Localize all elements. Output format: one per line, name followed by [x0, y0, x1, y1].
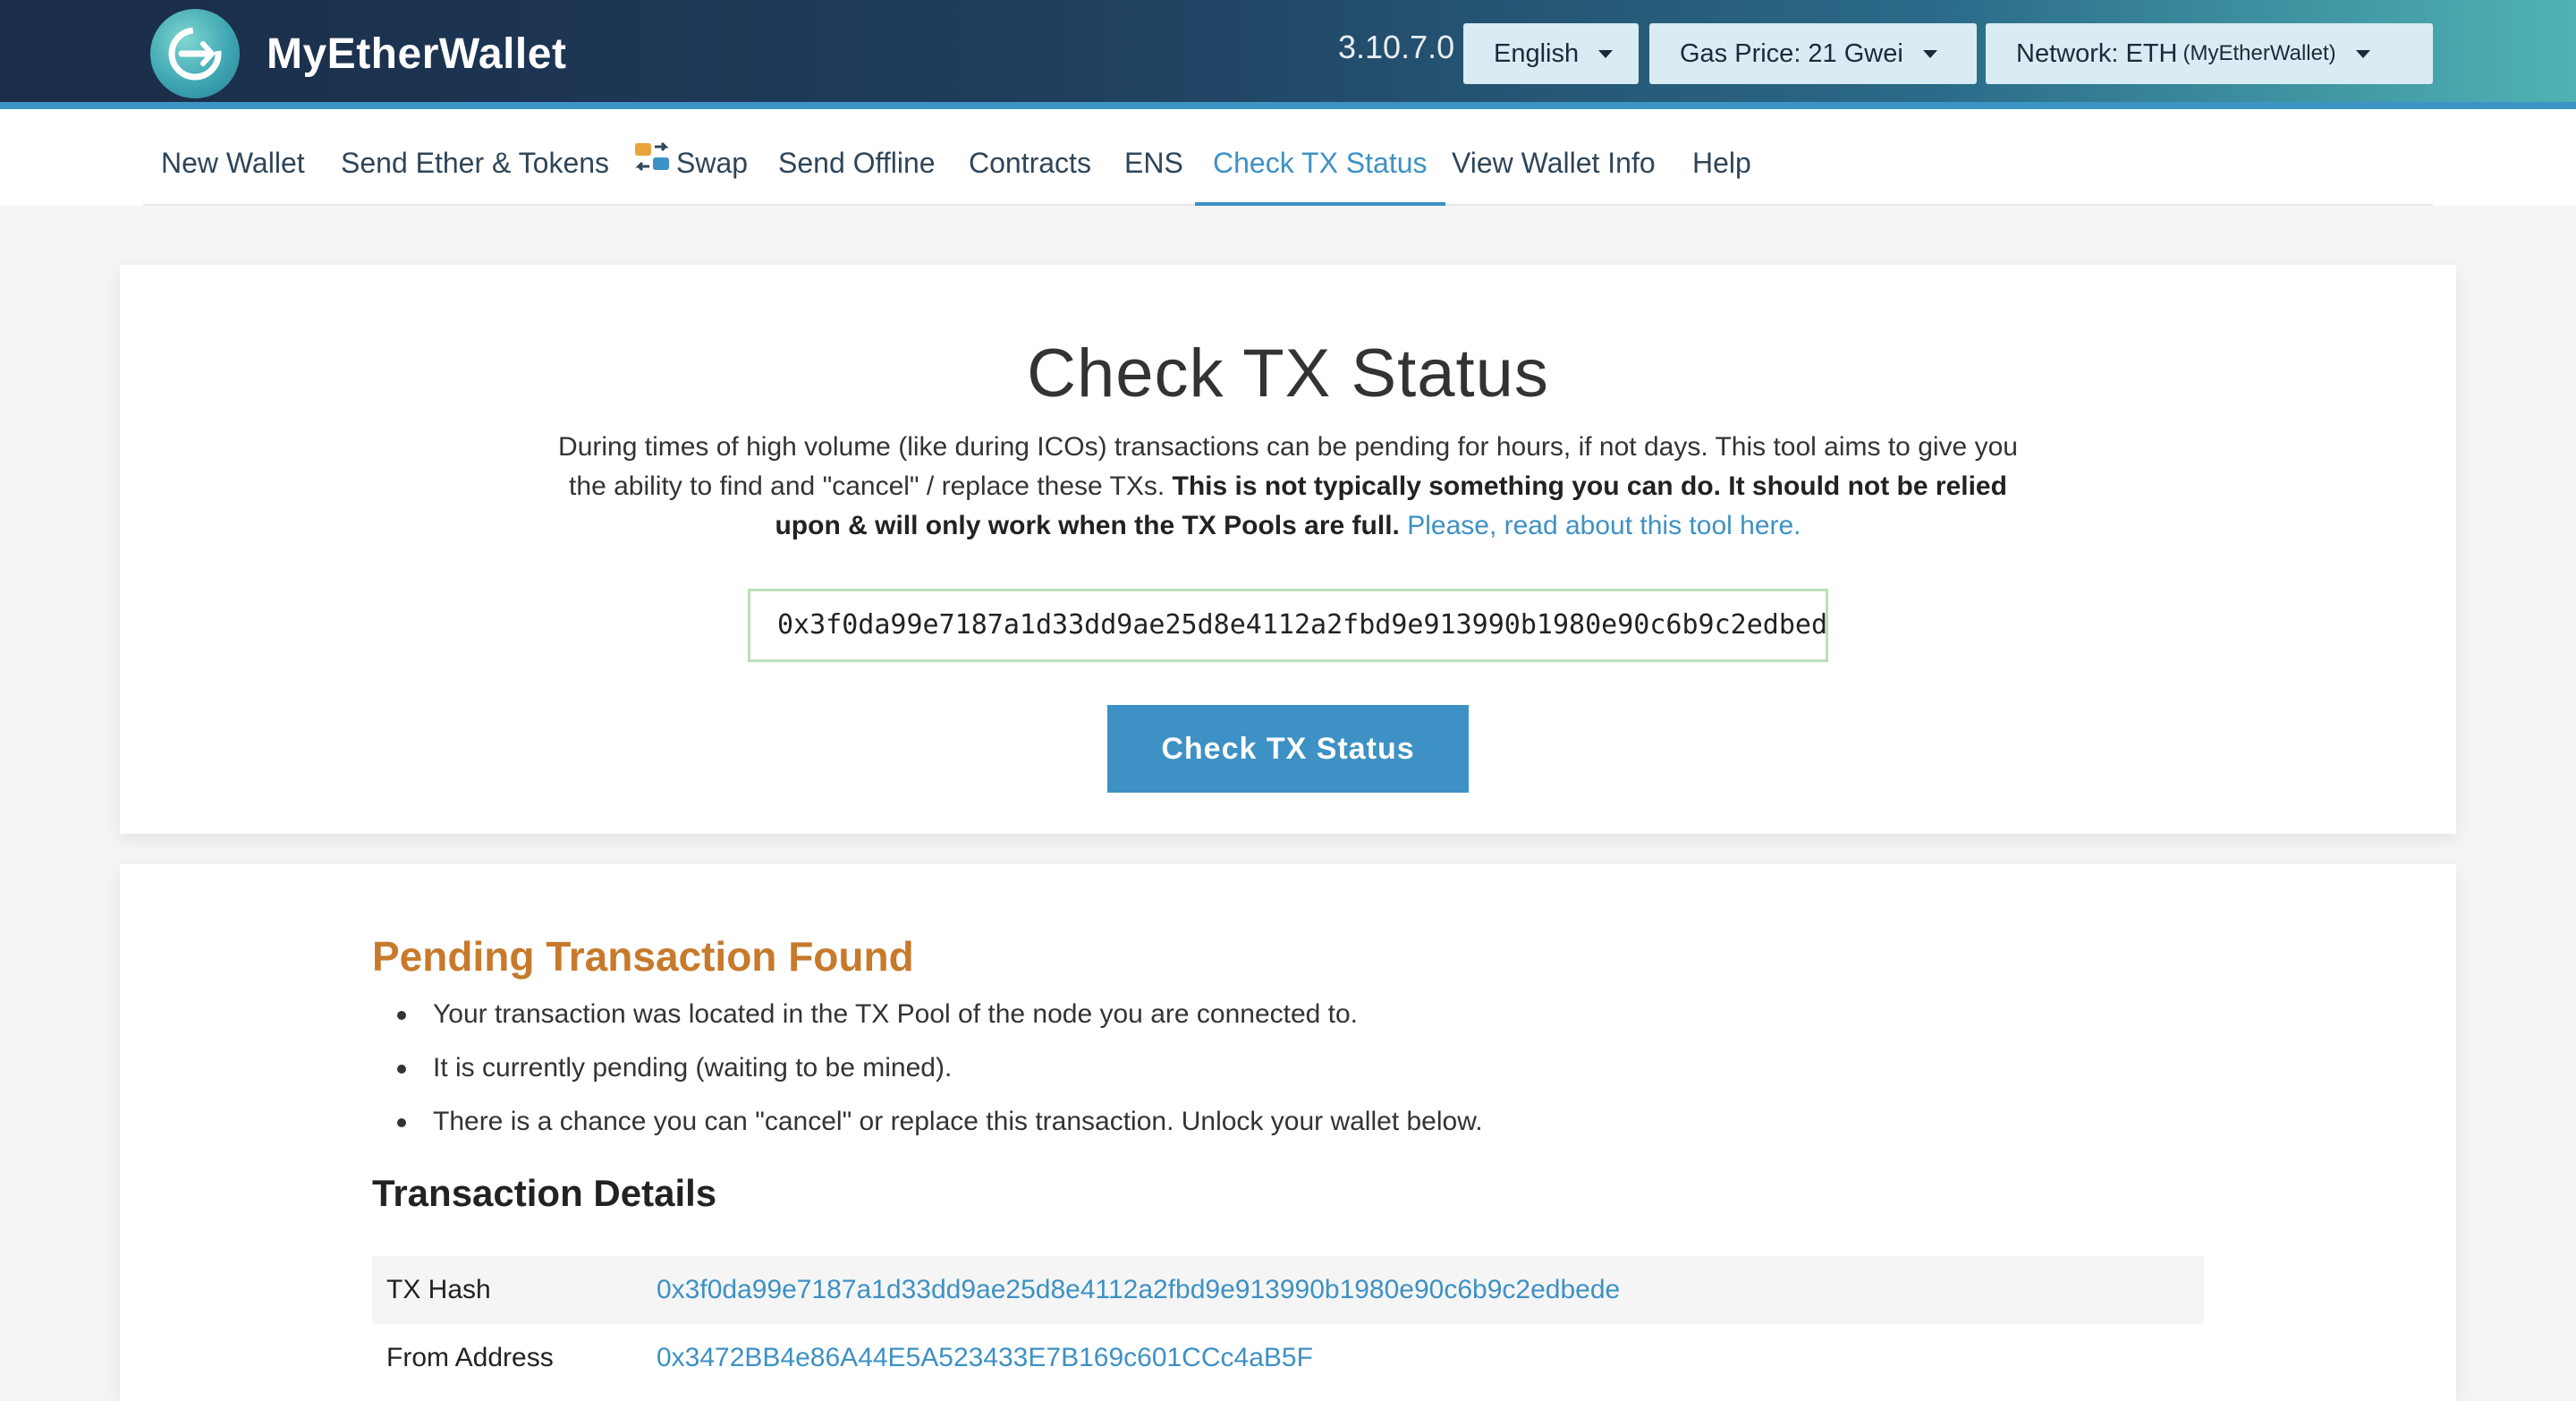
nav-swap-label: Swap: [676, 147, 749, 179]
nav-check-tx-status[interactable]: Check TX Status: [1195, 116, 1445, 206]
gas-price-label: Gas Price: 21 Gwei: [1680, 38, 1903, 68]
network-dropdown[interactable]: Network: ETH (MyEtherWallet): [1986, 23, 2433, 84]
version-label: 3.10.7.0: [1338, 29, 1455, 65]
network-node-label: (MyEtherWallet): [2182, 41, 2336, 65]
check-tx-status-button[interactable]: Check TX Status: [1107, 705, 1469, 793]
chevron-down-icon: [1922, 49, 1937, 58]
table-row: TX Hash 0x3f0da99e7187a1d33dd9ae25d8e411…: [372, 1256, 2204, 1324]
chevron-down-icon: [2355, 49, 2370, 58]
gas-price-dropdown[interactable]: Gas Price: 21 Gwei: [1649, 23, 1977, 84]
from-address-key: From Address: [386, 1343, 554, 1372]
check-tx-panel: Check TX Status During times of high vol…: [120, 265, 2456, 834]
page-title: Check TX Status: [1027, 335, 1549, 412]
read-more-link[interactable]: Please, read about this tool here.: [1407, 511, 1801, 540]
details-title: Transaction Details: [372, 1172, 717, 1214]
app-header: MyEtherWallet 3.10.7.0 English Gas Price…: [0, 0, 2576, 109]
nav-swap[interactable]: Swap: [633, 116, 748, 206]
tx-hash-input[interactable]: 0x3f0da99e7187a1d33dd9ae25d8e4112a2fbd9e…: [748, 589, 1828, 662]
language-label: English: [1494, 38, 1580, 68]
nav-help[interactable]: Help: [1692, 116, 1751, 206]
myetherwallet-logo-icon: [150, 9, 240, 98]
nav-send-ether-tokens[interactable]: Send Ether & Tokens: [341, 116, 609, 206]
swap-icon: [633, 119, 671, 212]
nav-ens[interactable]: ENS: [1124, 116, 1183, 206]
nav-send-offline[interactable]: Send Offline: [778, 116, 936, 206]
main-nav: New Wallet Send Ether & Tokens Swap Send…: [143, 116, 2433, 206]
details-table: TX Hash 0x3f0da99e7187a1d33dd9ae25d8e411…: [372, 1256, 2204, 1392]
list-item: Your transaction was located in the TX P…: [397, 988, 1483, 1041]
from-address-link[interactable]: 0x3472BB4e86A44E5A523433E7B169c601CCc4aB…: [657, 1343, 1313, 1373]
tx-hash-link[interactable]: 0x3f0da99e7187a1d33dd9ae25d8e4112a2fbd9e…: [657, 1275, 1620, 1305]
list-item: It is currently pending (waiting to be m…: [397, 1041, 1483, 1095]
brand[interactable]: MyEtherWallet: [150, 9, 566, 98]
nav-view-wallet-info[interactable]: View Wallet Info: [1452, 116, 1656, 206]
list-item: There is a chance you can "cancel" or re…: [397, 1095, 1483, 1149]
nav-new-wallet[interactable]: New Wallet: [161, 116, 305, 206]
result-panel: Pending Transaction Found Your transacti…: [120, 864, 2456, 1401]
check-tx-description: During times of high volume (like during…: [537, 428, 2039, 546]
network-label: Network: ETH: [2016, 38, 2178, 68]
chevron-down-icon: [1598, 49, 1614, 58]
nav-contracts[interactable]: Contracts: [969, 116, 1091, 206]
language-dropdown[interactable]: English: [1463, 23, 1639, 84]
tx-hash-key: TX Hash: [386, 1275, 491, 1304]
table-row: From Address 0x3472BB4e86A44E5A523433E7B…: [372, 1324, 2204, 1392]
app-name: MyEtherWallet: [267, 30, 567, 78]
status-bullets: Your transaction was located in the TX P…: [397, 988, 1483, 1149]
pending-title: Pending Transaction Found: [372, 933, 914, 980]
